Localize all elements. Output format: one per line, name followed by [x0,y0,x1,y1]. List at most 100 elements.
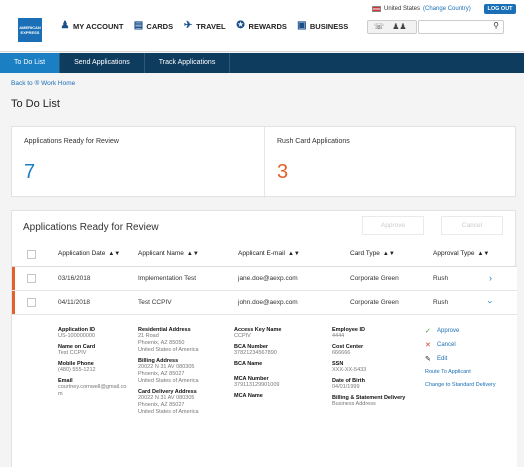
residential-line: United States of America [138,347,199,353]
ssn-value: XXX-XX-5433 [332,367,367,373]
rush-indicator [12,291,15,314]
application-detail: Application ID US-100000000 Name on Card… [12,315,517,467]
detail-approve-action[interactable]: ✓ Approve [425,327,505,335]
detail-col-addresses: Residential Address 21 Road Phoenix, AZ … [138,327,220,416]
country-name: United States [384,6,421,12]
cell-name: Test CCPIV [138,299,172,306]
email-value: courtney.cornwell@gmail.com [58,384,127,397]
billing-line: United States of America [138,378,199,384]
summary-card: Applications Ready for Review 7 Rush Car… [11,126,516,198]
col-card-type-label: Card Type [350,250,380,257]
application-id-value: US-100000000 [58,333,96,339]
cell-email: jane.doe@aexp.com [238,275,298,282]
business-icon: ▣ [297,20,307,31]
user-icon: ♟ [60,20,70,31]
tab-send-applications[interactable]: Send Applications [60,53,145,73]
route-to-applicant-link[interactable]: Route To Applicant [425,369,505,376]
nav-my-account[interactable]: ♟ MY ACCOUNT [60,20,124,31]
cost-center-value: 666666 [332,350,351,356]
delivery-line: United States of America [138,409,199,415]
ready-count: 7 [24,161,36,183]
panel-title: Applications Ready for Review [23,222,159,233]
detail-actions: ✓ Approve ✕ Cancel ✎ Edit Route To Appli… [425,327,505,395]
row-checkbox[interactable] [27,274,36,283]
chevron-right-icon[interactable]: › [489,273,492,283]
search-icon[interactable]: ⚲ [493,21,499,30]
utility-icons[interactable]: ☏ ♟♟ [367,20,417,34]
tab-to-do-list[interactable]: To Do List [0,53,61,73]
cell-email: john.doe@aexp.com [238,299,298,306]
ready-summary-label: Applications Ready for Review [24,138,119,145]
nav-cards-label: CARDS [146,21,174,31]
col-applicant-name[interactable]: Applicant Name ▲▼ [138,250,199,257]
plane-icon: ✈ [183,20,193,31]
sort-icon: ▲▼ [382,250,395,257]
rush-count: 3 [277,161,289,183]
us-flag-icon [372,6,381,12]
nav-travel-label: TRAVEL [196,21,226,31]
col-application-date[interactable]: Application Date ▲▼ [58,250,120,257]
users-icon[interactable]: ♟♟ [392,22,406,31]
detail-cancel-action[interactable]: ✕ Cancel [425,341,505,349]
cell-approval: Rush [433,299,449,306]
cell-name: Implementation Test [138,275,197,282]
rush-summary[interactable]: Rush Card Applications 3 [264,127,516,198]
delivery-line: Phoenix, AZ 85027 [138,402,185,408]
amex-logo[interactable]: AMERICAN EXPRESS [18,18,42,42]
phone-icon[interactable]: ☏ [374,22,384,31]
nav-travel[interactable]: ✈ TRAVEL [183,20,226,31]
detail-col-applicant: Application ID US-100000000 Name on Card… [58,327,140,398]
nav-rewards-label: REWARDS [248,21,287,31]
ready-summary[interactable]: Applications Ready for Review 7 [12,127,264,198]
residential-line: 21 Road [138,333,159,339]
sort-icon: ▲▼ [108,250,121,257]
col-card-type[interactable]: Card Type ▲▼ [350,250,395,257]
chevron-down-icon[interactable]: › [486,301,496,304]
change-delivery-link[interactable]: Change to Standard Delivery [425,382,505,389]
breadcrumb[interactable]: Back to ® Work Home [11,80,75,87]
cell-card-type: Corporate Green [350,275,399,282]
nav-cards[interactable]: ▤ CARDS [133,21,173,31]
select-all-checkbox[interactable] [27,250,36,259]
check-icon: ✓ [425,328,431,335]
pencil-icon: ✎ [425,356,431,363]
approve-button[interactable]: Approve [362,216,424,235]
cell-date: 03/16/2018 [58,275,91,282]
cancel-button[interactable]: Cancel [441,216,503,235]
detail-approve-label: Approve [437,328,460,334]
close-icon: ✕ [425,342,431,349]
detail-cancel-label: Cancel [437,342,456,348]
search-input[interactable]: ⚲ [418,20,504,34]
top-header: AMERICAN EXPRESS ♟ MY ACCOUNT ▤ CARDS ✈ … [0,0,524,52]
cell-approval: Rush [433,275,449,282]
nav-business-label: BUSINESS [309,21,349,31]
logout-button[interactable]: LOG OUT [484,4,516,14]
dob-value: 04/01/1999 [332,384,360,390]
tab-track-applications[interactable]: Track Applications [145,53,231,73]
billing-line: 20022 N 31 AV 080305 [138,364,195,370]
main-nav: ♟ MY ACCOUNT ▤ CARDS ✈ TRAVEL ✪ REWARDS … [60,20,349,31]
detail-edit-action[interactable]: ✎ Edit [425,355,505,363]
rush-summary-label: Rush Card Applications [277,138,350,145]
nav-rewards[interactable]: ✪ REWARDS [236,21,287,31]
col-application-date-label: Application Date [58,250,106,257]
sort-icon: ▲▼ [186,250,199,257]
country-selector[interactable]: United States (Change Country) [372,6,471,12]
delivery-line: 20022 N 31 AV 080305 [138,395,195,401]
col-approval-type[interactable]: Approval Type ▲▼ [433,250,489,257]
sub-nav: To Do List Send Applications Track Appli… [0,53,524,73]
col-applicant-email[interactable]: Applicant E-mail ▲▼ [238,250,300,257]
detail-col-accounts: Access Key Name CCPIV BCA Number 3782123… [234,327,316,399]
change-country-link[interactable]: (Change Country) [423,6,471,12]
nav-my-account-label: MY ACCOUNT [73,21,124,31]
row-checkbox[interactable] [27,298,36,307]
table-row[interactable]: 03/16/2018 Implementation Test jane.doe@… [12,267,517,291]
bca-name-label: BCA Name [234,361,263,367]
nav-business[interactable]: ▣ BUSINESS [297,21,348,31]
table-header: Application Date ▲▼ Applicant Name ▲▼ Appl… [12,243,517,267]
page-title: To Do List [11,98,60,110]
rush-indicator [12,267,15,290]
rewards-icon: ✪ [236,20,245,31]
table-row[interactable]: 04/11/2018 Test CCPIV john.doe@aexp.com … [12,291,517,315]
billing-line: Phoenix, AZ 85027 [138,371,185,377]
